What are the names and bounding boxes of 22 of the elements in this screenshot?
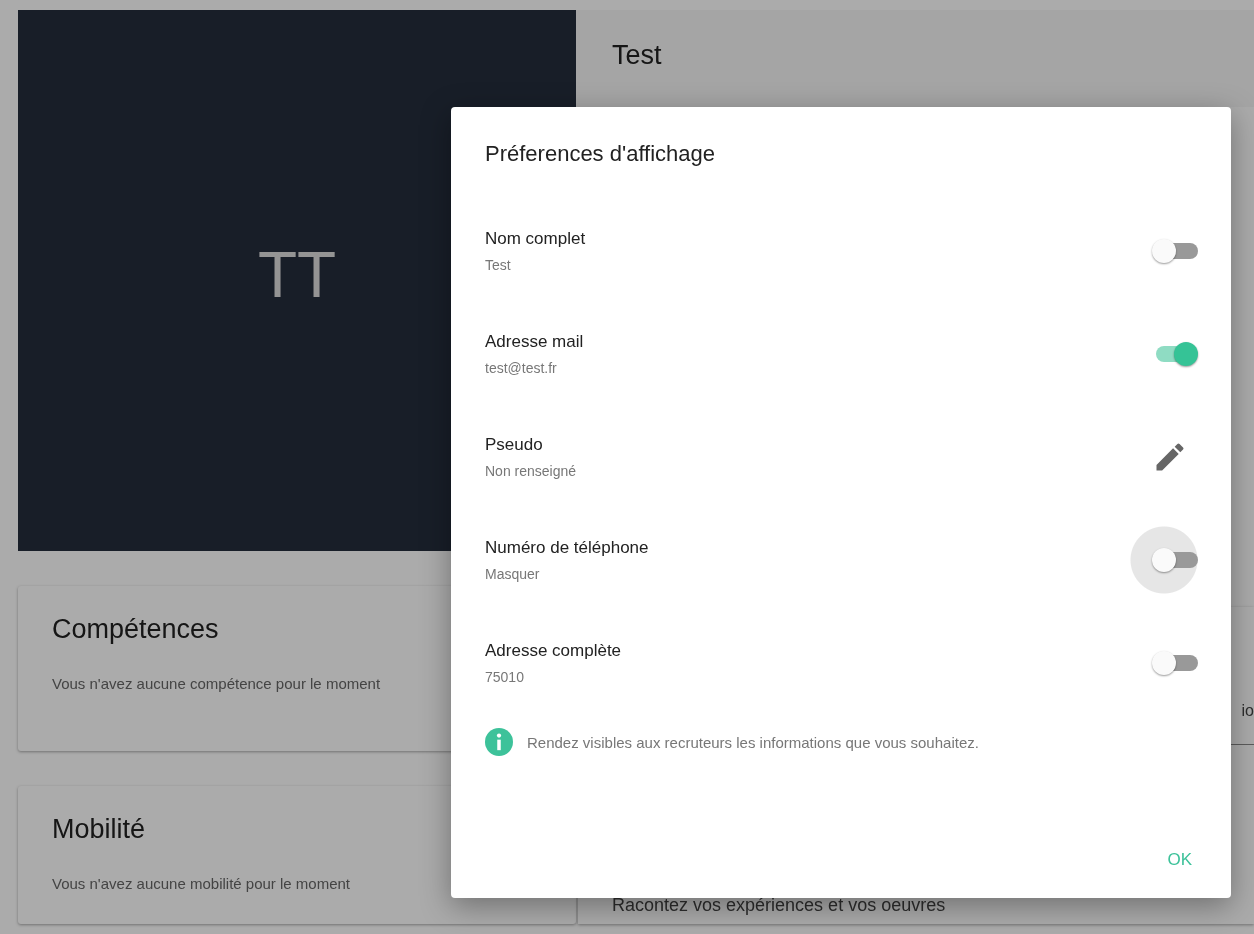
setting-label: Adresse mail (485, 331, 584, 352)
info-icon (485, 728, 513, 756)
card-text: Racontez vos expériences et vos oeuvres (612, 895, 947, 916)
setting-label: Nom complet (485, 228, 586, 249)
card-text: Vous n'avez aucune mobilité pour le moment (52, 874, 352, 894)
card-text: io (1241, 702, 1254, 720)
setting-value: 75010 (485, 668, 525, 685)
card-text: Vous n'avez aucune compétence pour le moment (52, 673, 382, 694)
ok-button[interactable]: OK (1161, 842, 1198, 878)
setting-value: test@test.fr (485, 359, 558, 376)
setting-value: Masquer (485, 565, 541, 582)
dialog-title: Préferences d'affichage (485, 141, 717, 167)
card-title: Mobilité (52, 814, 147, 845)
profile-name: Test (612, 40, 662, 70)
setting-value: Non renseigné (485, 462, 577, 479)
setting-label: Pseudo (485, 434, 544, 455)
setting-label: Adresse complète (485, 640, 622, 661)
avatar-initials: TT (257, 238, 337, 313)
setting-value: Test (485, 256, 512, 273)
setting-label: Numéro de téléphone (485, 537, 649, 558)
info-text: Rendez visibles aux recruteurs les informations que vous souhaitez. (527, 733, 979, 751)
card-title: Compétences (52, 613, 220, 645)
